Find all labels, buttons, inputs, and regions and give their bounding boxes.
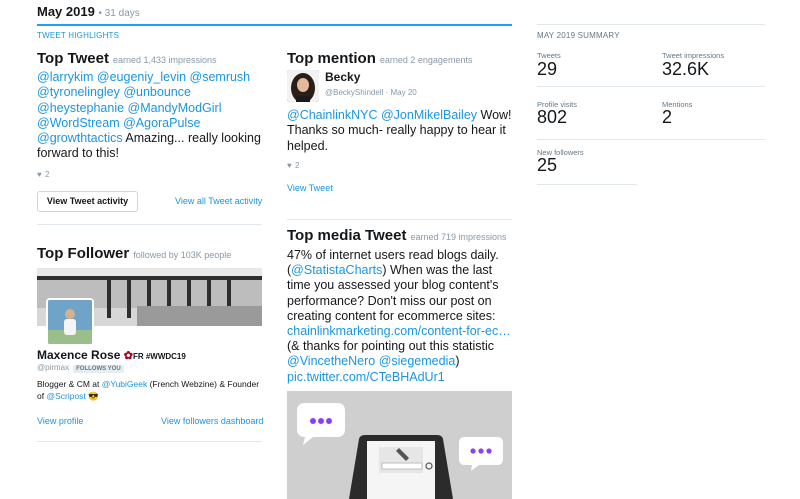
bio-text: Blogger & CM at — [37, 379, 102, 389]
link-chainlink-article[interactable]: chainlinkmarketing.com/content-for-ec… — [287, 324, 511, 338]
divider — [37, 441, 262, 442]
follower-handle: @pirmax — [37, 363, 70, 372]
stat-value-impressions: 32.6K — [662, 59, 710, 79]
month-label: May 2019 — [37, 4, 95, 19]
follower-name[interactable]: Maxence Rose ✿FR #WWDC19 — [37, 348, 186, 362]
stat-value-profile-visits: 802 — [537, 107, 568, 127]
divider — [537, 86, 765, 87]
summary-rule — [537, 24, 765, 25]
link-pic-twitter[interactable]: pic.twitter.com/CTeBHAdUr1 — [287, 370, 445, 384]
summary-caption: MAY 2019 SUMMARY — [537, 31, 620, 40]
view-tweet-activity-button[interactable]: View Tweet activity — [37, 191, 138, 212]
rose-icon: ✿ — [123, 350, 133, 362]
month-title: May 2019 • 31 days — [37, 4, 140, 19]
follower-handle-row: @pirmax FOLLOWS YOU — [37, 363, 124, 373]
top-media-subtitle: earned 719 impressions — [410, 232, 507, 242]
link-siegemedia[interactable]: @siegemedia — [379, 354, 456, 368]
media-text-3: (& thanks for pointing out this statisti… — [287, 339, 495, 354]
top-tweet-text: @larrykim @eugeniy_levin @semrush @tyron… — [37, 70, 265, 162]
follower-name-text: Maxence Rose — [37, 348, 121, 362]
likes-count: 2 — [45, 170, 50, 179]
header-rule — [37, 24, 512, 26]
follower-avatar[interactable] — [46, 298, 94, 346]
likes-count: 2 — [295, 161, 300, 170]
month-days: • 31 days — [98, 8, 140, 19]
link-vincethenero[interactable]: @VincetheNero — [287, 354, 375, 368]
media-tweet-text: 47% of internet users read blogs daily. … — [287, 248, 512, 385]
sunglasses-emoji-icon: 😎 — [88, 390, 99, 401]
view-followers-dashboard-link[interactable]: View followers dashboard — [161, 416, 263, 426]
view-profile-link[interactable]: View profile — [37, 416, 83, 426]
follower-bio: Blogger & CM at @YubiGeek (French Webzin… — [37, 379, 265, 402]
view-all-tweet-activity-link[interactable]: View all Tweet activity — [175, 196, 262, 206]
mention-author-meta: @BeckyShindell · May 20 — [325, 88, 417, 97]
mention-author-name[interactable]: Becky — [325, 70, 360, 84]
top-mention-subtitle: earned 2 engagements — [379, 55, 473, 65]
bio-link-scripost[interactable]: @Scripost — [46, 391, 85, 401]
top-follower-title: Top Follower — [37, 245, 130, 262]
heart-icon: ♥ — [287, 161, 292, 170]
divider — [287, 219, 512, 220]
mention-text: @ChainlinkNYC @JonMikelBailey Wow! Thank… — [287, 108, 512, 154]
top-media-heading: Top media Tweet earned 719 impressions — [287, 227, 507, 244]
mention-likes: ♥ 2 — [287, 161, 299, 170]
stat-value-mentions: 2 — [662, 107, 673, 127]
media-image[interactable] — [287, 391, 512, 499]
top-tweet-heading: Top Tweet earned 1,433 impressions — [37, 50, 217, 67]
divider — [37, 224, 262, 225]
bio-link-yubigeek[interactable]: @YubiGeek — [102, 379, 148, 389]
link-statistacharts[interactable]: @StatistaCharts — [291, 263, 382, 277]
heart-icon: ♥ — [37, 170, 42, 179]
divider — [537, 139, 765, 140]
top-tweet-likes: ♥ 2 — [37, 170, 49, 179]
tweet-highlights-caption: TWEET HIGHLIGHTS — [37, 31, 120, 40]
top-media-title: Top media Tweet — [287, 227, 407, 244]
becky-avatar[interactable] — [287, 70, 319, 102]
top-tweet-subtitle: earned 1,433 impressions — [112, 55, 217, 65]
view-tweet-link[interactable]: View Tweet — [287, 183, 333, 193]
top-tweet-title: Top Tweet — [37, 50, 109, 67]
stat-value-tweets: 29 — [537, 59, 558, 79]
stat-value-new-followers: 25 — [537, 155, 558, 175]
mention-links[interactable]: @ChainlinkNYC @JonMikelBailey — [287, 108, 477, 122]
top-follower-subtitle: followed by 103K people — [133, 250, 232, 260]
media-text-4: ) — [455, 354, 460, 369]
divider — [537, 184, 637, 185]
mention-date: May 20 — [390, 88, 417, 97]
days-count: 31 days — [104, 8, 140, 19]
follows-you-badge: FOLLOWS YOU — [73, 365, 124, 373]
mention-author-handle: @BeckyShindell — [325, 88, 384, 97]
top-follower-heading: Top Follower followed by 103K people — [37, 245, 231, 262]
top-mention-title: Top mention — [287, 50, 376, 67]
top-mention-heading: Top mention earned 2 engagements — [287, 50, 472, 67]
follower-name-suffix: FR #WWDC19 — [132, 352, 186, 361]
